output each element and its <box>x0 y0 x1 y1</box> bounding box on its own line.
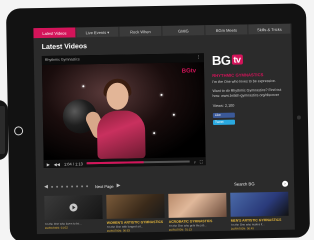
pagination: ◀ Next Page ▶ <box>44 181 206 190</box>
thumbnail-image <box>44 194 103 220</box>
page-dot[interactable] <box>50 185 53 188</box>
scene: Latest Videos Live Events ▾ Rock When GMI… <box>0 0 314 240</box>
like-button[interactable]: Like <box>212 112 235 118</box>
play-icon <box>69 203 78 212</box>
video-thumbnail-list: I'm the One who loves to be... DURATION:… <box>44 191 289 234</box>
chevron-down-icon: ▾ <box>107 29 110 35</box>
video-thumbnail[interactable]: WOMEN'S ARTISTIC GYMNASTICS I'm the One … <box>106 193 165 233</box>
nav-item-skills-tricks[interactable]: Skills & Tricks <box>248 23 292 35</box>
thumbnail-image <box>106 193 165 219</box>
camera-icon <box>296 115 301 120</box>
video-description-more: Want to do Rhythmic Gymnastics? Find out… <box>212 87 282 98</box>
thumbnail-image <box>168 192 227 218</box>
tweet-button[interactable]: Tweet <box>212 119 236 125</box>
screen: Latest Videos Live Events ▾ Rock When GMI… <box>33 23 295 235</box>
next-arrow-icon[interactable]: ▶ <box>117 183 121 189</box>
player-controls: ▶ ◀◀ 1:04 / 1:13 ♪ ⛶ <box>43 157 206 169</box>
search-label: Search BG <box>234 181 255 187</box>
video-thumbnail[interactable]: I'm the One who loves to be... DURATION:… <box>44 194 103 234</box>
page-dot[interactable] <box>70 185 73 188</box>
nav-item-bgm-meets[interactable]: BGm Meets <box>205 24 249 36</box>
video-thumbnail[interactable]: ACROBATIC GYMNASTICS I'm the One who get… <box>168 192 227 232</box>
fullscreen-icon[interactable]: ⛶ <box>200 159 203 164</box>
thumbnail-image <box>230 191 289 217</box>
page-dot[interactable] <box>80 185 83 188</box>
nav-item-live-events[interactable]: Live Events ▾ <box>76 26 120 38</box>
time-display: 1:04 / 1:13 <box>63 160 83 167</box>
play-icon[interactable]: ▶ <box>47 161 50 166</box>
progress-bar[interactable] <box>86 160 190 165</box>
video-info-panel: BG tv RHYTHMIC GYMNASTICS I'm the One who… <box>212 52 288 165</box>
page-dot[interactable] <box>60 185 63 188</box>
skip-back-icon[interactable]: ◀◀ <box>54 161 60 166</box>
video-title: Rhythmic Gymnastics <box>44 57 80 62</box>
social-buttons: Like Tweet <box>212 111 287 125</box>
page-dot[interactable] <box>75 185 78 188</box>
prev-arrow-icon[interactable]: ◀ <box>44 184 48 190</box>
video-thumbnail[interactable]: MEN'S ARTISTIC GYMNASTICS I'm the One wh… <box>230 191 289 231</box>
view-count: Views: 2,100 <box>212 103 235 108</box>
video-player[interactable]: Rhythmic Gymnastics ⋮ BGtv ▶ ◀◀ 1:04 / 1… <box>41 53 206 169</box>
share-icon[interactable]: ⋮ <box>196 54 201 60</box>
page-dot[interactable] <box>65 185 68 188</box>
next-page-link[interactable]: Next Page <box>95 183 114 188</box>
watermark-logo: BGtv <box>181 68 197 75</box>
nav-item-rock-when[interactable]: Rock When <box>119 25 163 37</box>
nav-item-latest-videos[interactable]: Latest Videos <box>33 27 77 39</box>
search-bar[interactable]: Search BG › <box>234 180 289 188</box>
arrow-right-icon[interactable]: › <box>282 180 289 187</box>
page-dot[interactable] <box>85 185 88 188</box>
bgtv-logo: BG tv <box>211 52 243 69</box>
page-title: Latest Videos <box>41 43 88 52</box>
progress-fill <box>86 161 144 165</box>
nav-item-gmig[interactable]: GMIG <box>162 25 206 36</box>
top-nav: Latest Videos Live Events ▾ Rock When GMI… <box>33 23 292 39</box>
video-category: RHYTHMIC GYMNASTICS <box>212 72 264 79</box>
video-description: I'm the One who loves to be expressive. <box>212 78 276 85</box>
volume-icon[interactable]: ♪ <box>194 159 196 164</box>
home-button[interactable] <box>14 126 24 136</box>
tablet-device: Latest Videos Live Events ▾ Rock When GMI… <box>5 3 311 240</box>
page-dot[interactable] <box>55 185 58 188</box>
